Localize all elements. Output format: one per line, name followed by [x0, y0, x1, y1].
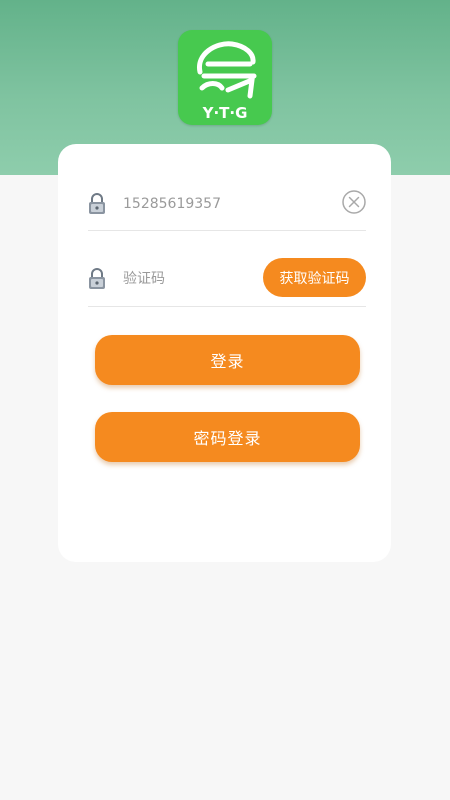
code-row: 获取验证码 [88, 253, 366, 303]
get-code-button[interactable]: 获取验证码 [263, 258, 366, 297]
login-button[interactable]: 登录 [95, 335, 360, 385]
phone-row [88, 178, 366, 228]
phone-input[interactable] [123, 191, 323, 217]
lock-icon [89, 268, 105, 289]
close-circle-icon[interactable] [342, 190, 366, 214]
divider [88, 306, 366, 307]
lock-icon [89, 193, 105, 214]
app-logo: Y·T·G [178, 30, 272, 125]
divider [88, 230, 366, 231]
login-card: 获取验证码 登录 密码登录 [58, 144, 391, 562]
password-login-button[interactable]: 密码登录 [95, 412, 360, 462]
logo-text: Y·T·G [202, 104, 248, 122]
ytg-logo-icon: Y·T·G [197, 41, 257, 122]
